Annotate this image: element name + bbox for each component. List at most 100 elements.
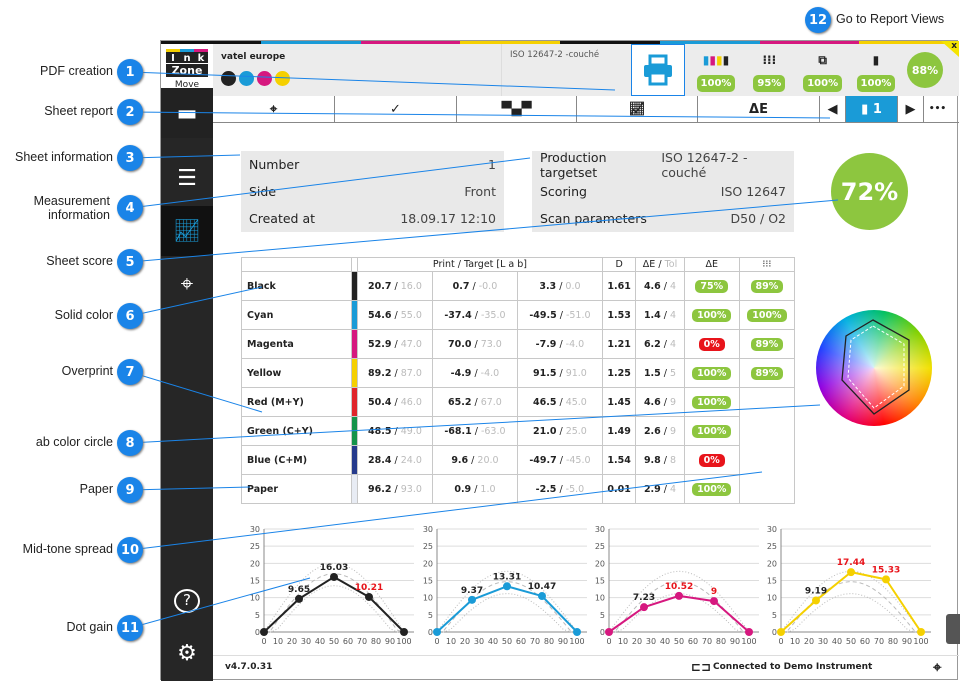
callout-label: Sheet score xyxy=(46,254,113,268)
data-point xyxy=(882,575,890,584)
x-tick-label: 80 xyxy=(371,637,381,646)
data-label: 10.47 xyxy=(528,582,556,592)
x-tick-label: 80 xyxy=(888,637,898,646)
x-tick-label: 20 xyxy=(460,637,470,646)
callout-label: Overprint xyxy=(61,364,113,378)
data-point xyxy=(675,591,683,600)
data-point xyxy=(745,628,753,636)
data-point xyxy=(847,568,855,577)
y-tick-label: 0 xyxy=(428,628,433,637)
x-tick-label: 50 xyxy=(329,637,339,646)
data-point xyxy=(295,594,303,603)
y-tick-label: 30 xyxy=(423,525,433,534)
crosshair-icon[interactable]: ⌖ xyxy=(933,658,941,676)
y-tick-label: 25 xyxy=(767,542,777,551)
x-tick-label: 40 xyxy=(660,637,670,646)
x-tick-label: 90 xyxy=(385,637,395,646)
y-tick-label: 15 xyxy=(250,577,260,586)
x-tick-label: 70 xyxy=(530,637,540,646)
callout-label: Solid color xyxy=(54,308,113,322)
app-window: Ink Zone Move vatel europe ISO 12647-2 -… xyxy=(160,40,960,681)
x-tick-label: 0 xyxy=(778,637,783,646)
dot-gain-charts: 0510152025300 10 20 30 40 50 60 70 80 90 1009.6516… xyxy=(250,525,931,646)
data-label: 15.33 xyxy=(872,565,900,575)
data-label: 7.23 xyxy=(633,593,655,603)
callout-badge: 5 xyxy=(117,249,143,275)
data-point xyxy=(640,603,648,612)
data-label: 10.21 xyxy=(355,583,383,593)
callout-badge: 7 xyxy=(117,359,143,385)
y-tick-label: 30 xyxy=(250,525,260,534)
x-tick-label: 100 xyxy=(741,637,756,646)
x-tick-label: 40 xyxy=(832,637,842,646)
data-point xyxy=(433,628,441,636)
x-tick-label: 50 xyxy=(502,637,512,646)
x-tick-label: 20 xyxy=(287,637,297,646)
connection-status: Connected to Demo Instrument xyxy=(713,662,873,672)
x-tick-label: 60 xyxy=(688,637,698,646)
callout-label: Dot gain xyxy=(66,620,113,634)
y-tick-label: 15 xyxy=(595,577,605,586)
callout-label: Sheet information xyxy=(15,150,113,164)
y-tick-label: 10 xyxy=(595,594,605,603)
x-tick-label: 100 xyxy=(396,637,411,646)
x-tick-label: 0 xyxy=(606,637,611,646)
x-tick-label: 80 xyxy=(544,637,554,646)
x-tick-label: 30 xyxy=(646,637,656,646)
data-label: 13.31 xyxy=(493,572,521,582)
data-point xyxy=(538,592,546,601)
callout-badge: 8 xyxy=(117,430,143,456)
y-tick-label: 20 xyxy=(767,559,777,568)
x-tick-label: 10 xyxy=(446,637,456,646)
x-tick-label: 50 xyxy=(674,637,684,646)
callout-badge: 9 xyxy=(117,477,143,503)
x-tick-label: 0 xyxy=(261,637,266,646)
y-tick-label: 10 xyxy=(250,594,260,603)
x-tick-label: 90 xyxy=(730,637,740,646)
instrument-icon: ⊏⊐ xyxy=(691,660,712,674)
data-label: 17.44 xyxy=(837,558,865,568)
y-tick-label: 30 xyxy=(767,525,777,534)
callout-label: ab color circle xyxy=(35,435,113,449)
data-label: 10.52 xyxy=(665,582,693,592)
x-tick-label: 100 xyxy=(569,637,584,646)
dot-gain-line xyxy=(436,585,578,633)
y-tick-label: 20 xyxy=(423,559,433,568)
x-tick-label: 20 xyxy=(632,637,642,646)
data-point xyxy=(777,628,785,636)
y-tick-label: 25 xyxy=(423,542,433,551)
side-panel-handle[interactable] xyxy=(946,614,960,644)
callout-label[interactable]: Go to Report Views xyxy=(836,12,968,26)
callout-label: PDF creation xyxy=(40,64,113,78)
callout-badge: 3 xyxy=(117,145,143,171)
x-tick-label: 80 xyxy=(716,637,726,646)
y-tick-label: 5 xyxy=(600,611,605,620)
x-tick-label: 30 xyxy=(818,637,828,646)
y-tick-label: 25 xyxy=(250,542,260,551)
data-label: 9.19 xyxy=(805,586,827,596)
y-tick-label: 5 xyxy=(255,611,260,620)
y-tick-label: 0 xyxy=(255,628,260,637)
data-label: 16.03 xyxy=(320,563,348,573)
x-tick-label: 40 xyxy=(315,637,325,646)
y-tick-label: 10 xyxy=(767,594,777,603)
y-tick-label: 15 xyxy=(767,577,777,586)
callout-badge: 10 xyxy=(117,537,143,563)
y-tick-label: 15 xyxy=(423,577,433,586)
version: v4.7.0.31 xyxy=(225,662,273,672)
y-tick-label: 0 xyxy=(772,628,777,637)
data-point xyxy=(260,628,268,636)
callout-badge: 11 xyxy=(117,615,143,641)
data-point xyxy=(330,572,338,581)
data-point xyxy=(503,582,511,591)
data-point xyxy=(812,596,820,605)
x-tick-label: 100 xyxy=(913,637,928,646)
callout-badge: 2 xyxy=(117,99,143,125)
x-tick-label: 50 xyxy=(846,637,856,646)
x-tick-label: 10 xyxy=(790,637,800,646)
x-tick-label: 30 xyxy=(474,637,484,646)
callout-badge: 4 xyxy=(117,195,143,221)
x-tick-label: 0 xyxy=(434,637,439,646)
dot-gain-line xyxy=(780,571,922,633)
x-tick-label: 70 xyxy=(702,637,712,646)
